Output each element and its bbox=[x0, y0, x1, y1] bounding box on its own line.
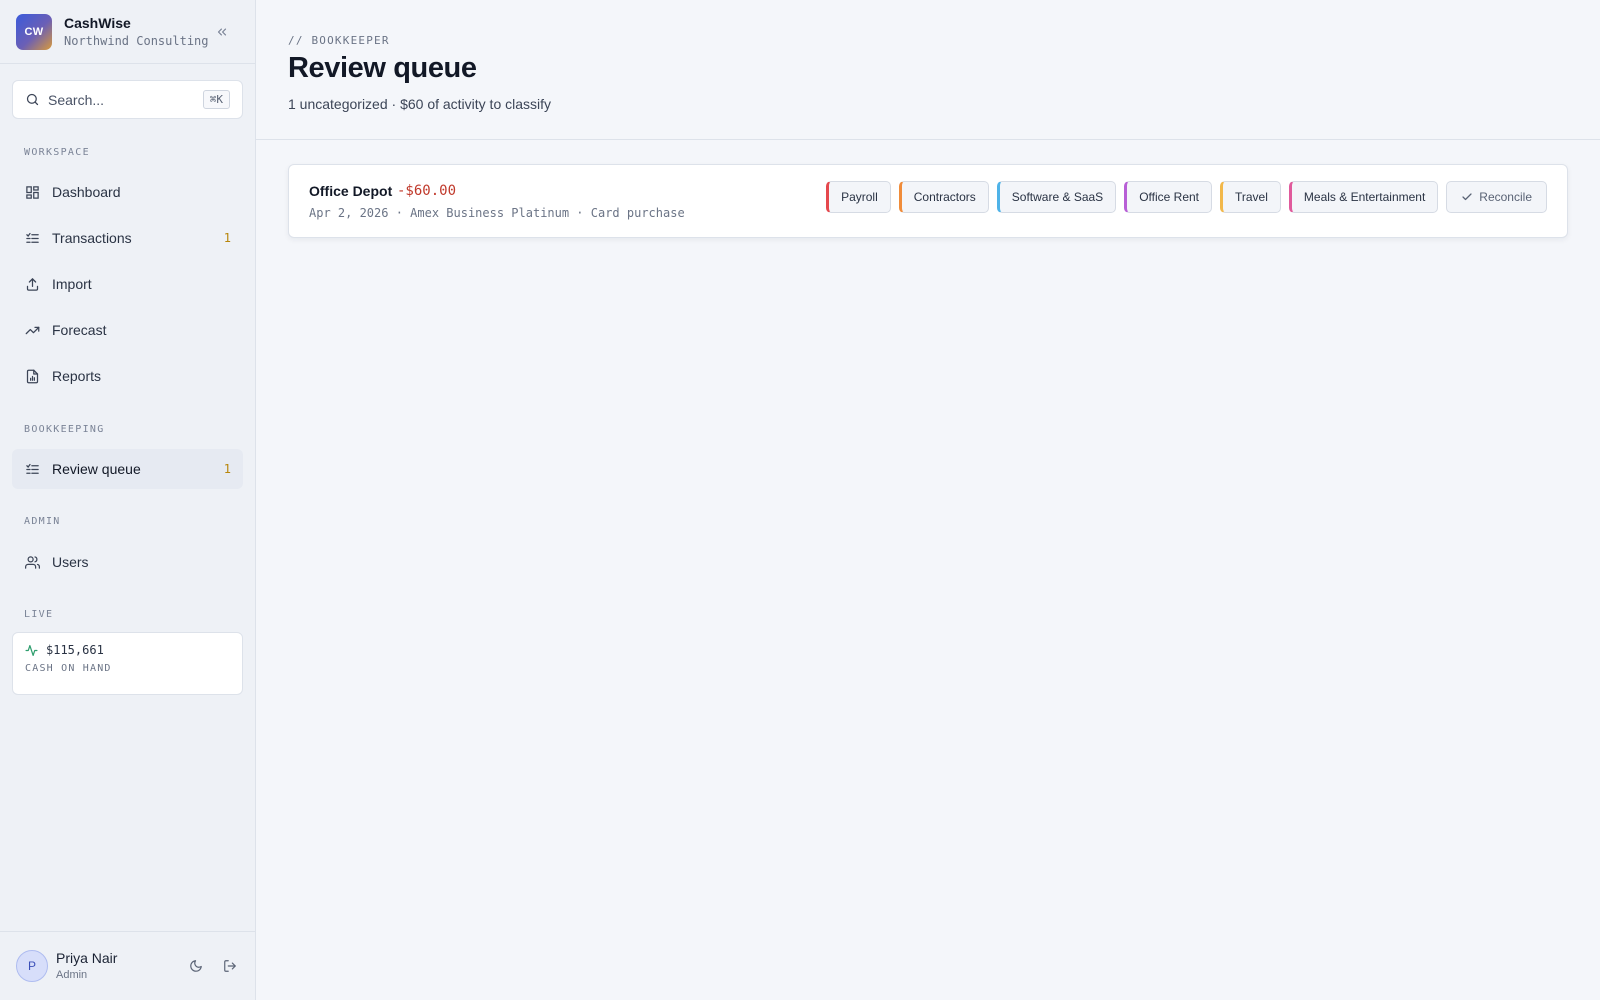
search-icon bbox=[25, 92, 40, 107]
check-icon bbox=[1461, 191, 1473, 203]
cash-on-hand-amount: $115,661 bbox=[46, 643, 104, 657]
cash-on-hand-card: $115,661 CASH ON HAND bbox=[12, 632, 243, 695]
count-badge: 1 bbox=[223, 231, 231, 245]
transaction-amount: -$60.00 bbox=[397, 183, 457, 199]
sidebar-item-label: Dashboard bbox=[52, 184, 121, 200]
sidebar-item-review-queue[interactable]: Review queue 1 bbox=[12, 449, 243, 489]
page-subtitle: 1 uncategorized · $60 of activity to cla… bbox=[288, 96, 552, 112]
transaction-meta: Apr 2, 2026 · Amex Business Platinum · C… bbox=[309, 206, 685, 220]
sidebar: CW CashWise Northwind Consulting Search.… bbox=[0, 0, 256, 1000]
search-input[interactable]: Search... ⌘K bbox=[12, 80, 243, 119]
sidebar-item-label: Import bbox=[52, 276, 92, 292]
user-name: Priya Nair bbox=[56, 949, 118, 966]
sidebar-item-users[interactable]: Users bbox=[12, 542, 243, 582]
transaction-merchant: Office Depot bbox=[309, 183, 393, 199]
category-button-meals-entertainment[interactable]: Meals & Entertainment bbox=[1288, 181, 1439, 213]
users-icon bbox=[24, 554, 40, 570]
app-name: CashWise bbox=[64, 15, 131, 31]
upload-icon bbox=[24, 276, 40, 292]
sidebar-item-label: Review queue bbox=[52, 461, 141, 477]
category-button-payroll[interactable]: Payroll bbox=[826, 181, 891, 213]
transaction-card: Office Depot -$60.00 Apr 2, 2026 · Amex … bbox=[288, 164, 1568, 238]
dashboard-icon bbox=[24, 184, 40, 200]
reconcile-label: Reconcile bbox=[1479, 190, 1532, 204]
sidebar-item-reports[interactable]: Reports bbox=[12, 356, 243, 396]
section-label-admin: ADMIN bbox=[24, 516, 61, 527]
section-label-bookkeeping: BOOKKEEPING bbox=[24, 424, 105, 435]
list-check-icon bbox=[24, 461, 40, 477]
divider bbox=[0, 63, 255, 64]
moon-icon[interactable] bbox=[186, 956, 206, 976]
reconcile-button[interactable]: Reconcile bbox=[1446, 181, 1547, 213]
app-logo: CW bbox=[16, 14, 52, 50]
page-eyebrow: // BOOKKEEPER bbox=[288, 34, 390, 47]
category-buttons: Payroll Contractors Software & SaaS Offi… bbox=[818, 181, 1547, 213]
file-chart-icon bbox=[24, 368, 40, 384]
user-role: Admin bbox=[56, 968, 88, 981]
user-profile: P Priya Nair Admin bbox=[16, 949, 240, 983]
sidebar-item-label: Forecast bbox=[52, 322, 107, 338]
activity-icon bbox=[25, 644, 38, 657]
sidebar-item-forecast[interactable]: Forecast bbox=[12, 310, 243, 350]
page-header: // BOOKKEEPER Review queue 1 uncategoriz… bbox=[256, 0, 1600, 140]
category-button-office-rent[interactable]: Office Rent bbox=[1124, 181, 1212, 213]
divider bbox=[0, 931, 255, 932]
section-label-live: LIVE bbox=[24, 609, 54, 620]
logout-icon[interactable] bbox=[220, 956, 240, 976]
count-badge: 1 bbox=[223, 462, 231, 476]
sidebar-item-label: Transactions bbox=[52, 230, 132, 246]
trending-up-icon bbox=[24, 322, 40, 338]
section-label-workspace: WORKSPACE bbox=[24, 147, 90, 158]
collapse-sidebar-icon[interactable] bbox=[212, 22, 232, 42]
search-placeholder: Search... bbox=[48, 91, 105, 108]
list-check-icon bbox=[24, 230, 40, 246]
sidebar-item-dashboard[interactable]: Dashboard bbox=[12, 172, 243, 212]
brand: CW CashWise Northwind Consulting bbox=[16, 14, 240, 50]
sidebar-item-label: Reports bbox=[52, 368, 102, 384]
avatar[interactable]: P bbox=[16, 950, 48, 982]
search-shortcut: ⌘K bbox=[202, 90, 230, 109]
category-button-software-saas[interactable]: Software & SaaS bbox=[996, 181, 1117, 213]
sidebar-item-label: Users bbox=[52, 554, 89, 570]
sidebar-item-transactions[interactable]: Transactions 1 bbox=[12, 218, 243, 258]
cash-on-hand-caption: CASH ON HAND bbox=[25, 663, 112, 674]
category-button-contractors[interactable]: Contractors bbox=[898, 181, 989, 213]
page-title: Review queue bbox=[288, 52, 477, 84]
org-name: Northwind Consulting bbox=[64, 34, 209, 48]
sidebar-item-import[interactable]: Import bbox=[12, 264, 243, 304]
category-button-travel[interactable]: Travel bbox=[1220, 181, 1281, 213]
